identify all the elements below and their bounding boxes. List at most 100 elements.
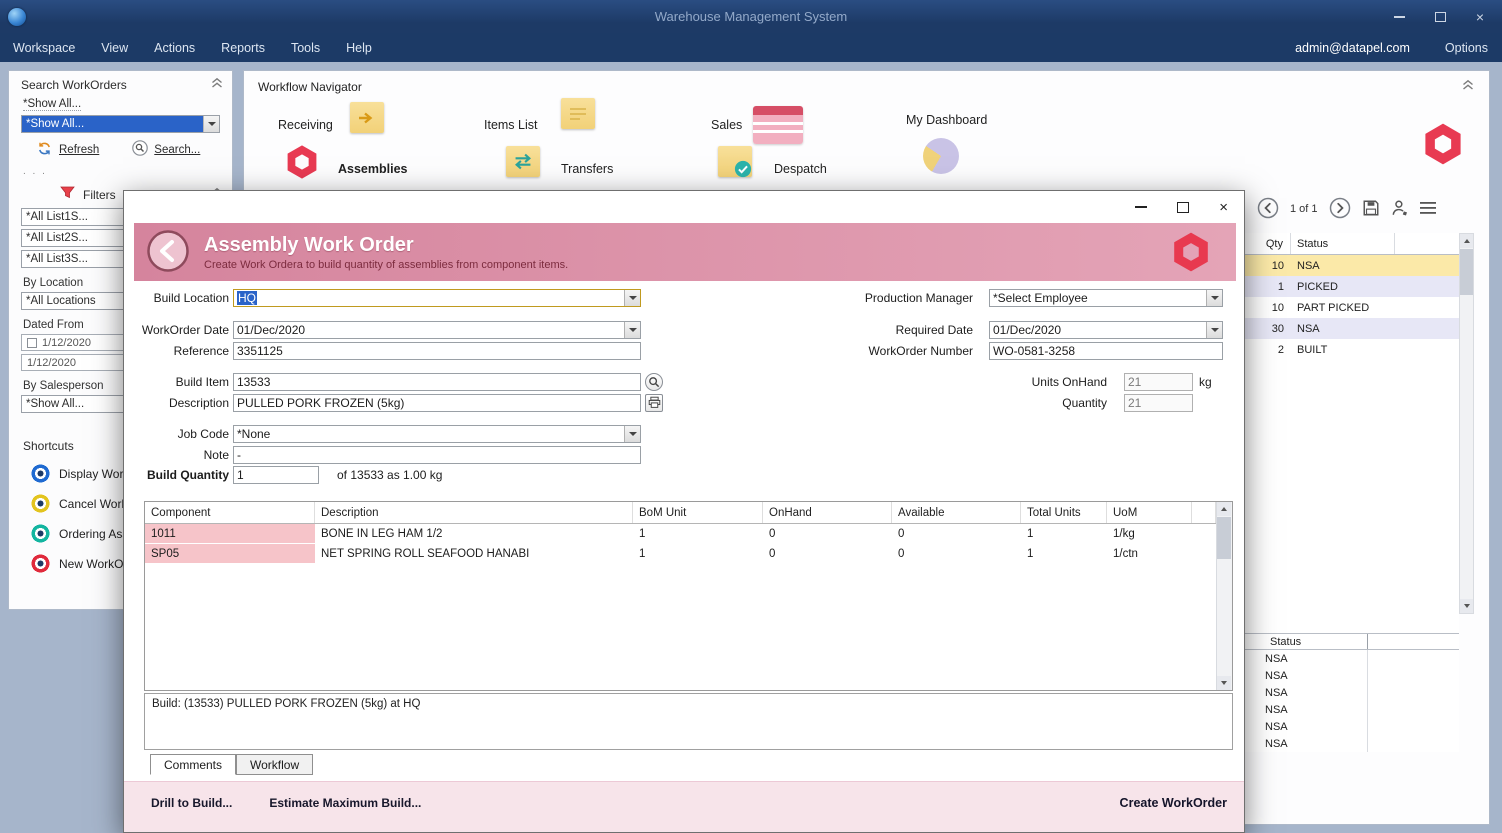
drill-to-build-button[interactable]: Drill to Build...: [151, 796, 232, 810]
description-input[interactable]: PULLED PORK FROZEN (5kg): [233, 393, 641, 412]
chevron-down-icon[interactable]: [1206, 321, 1222, 338]
next-record-icon[interactable]: [1329, 197, 1351, 222]
collapse-navigator-icon[interactable]: [1461, 79, 1475, 94]
item-lookup-icon[interactable]: [645, 372, 663, 391]
note-input[interactable]: -: [233, 445, 641, 464]
table-row[interactable]: NSA: [1245, 701, 1368, 718]
dialog-minimize-button[interactable]: [1135, 206, 1148, 208]
col-bom-unit[interactable]: BoM Unit: [633, 502, 763, 523]
components-scrollbar[interactable]: [1216, 502, 1232, 690]
back-button[interactable]: [146, 229, 190, 276]
scroll-thumb[interactable]: [1460, 249, 1473, 295]
estimate-maximum-build-button[interactable]: Estimate Maximum Build...: [269, 796, 421, 810]
save-icon[interactable]: [1362, 199, 1380, 220]
collapse-panel-icon[interactable]: [210, 77, 224, 92]
col-line-status[interactable]: Status: [1245, 634, 1368, 649]
workorder-number-input[interactable]: WO-0581-3258: [989, 341, 1223, 360]
reference-input[interactable]: 3351125: [233, 341, 641, 360]
col-component[interactable]: Component: [145, 502, 315, 523]
table-row[interactable]: NSA: [1245, 718, 1368, 735]
tab-comments[interactable]: Comments: [150, 754, 237, 775]
search-link[interactable]: Search...: [154, 144, 200, 156]
window-minimize-button[interactable]: [1393, 15, 1405, 18]
nav-receiving[interactable]: Receiving: [278, 118, 333, 132]
list-scrollbar[interactable]: [1459, 233, 1474, 614]
workorder-date-input[interactable]: 01/Dec/2020: [233, 320, 641, 339]
search-icon[interactable]: [132, 140, 149, 159]
previous-record-icon[interactable]: [1257, 197, 1279, 222]
despatch-icon[interactable]: [718, 146, 752, 177]
table-row[interactable]: 10 NSA: [1245, 255, 1459, 276]
items-list-icon[interactable]: [561, 98, 595, 129]
dialog-maximize-button[interactable]: [1177, 201, 1190, 213]
menu-options[interactable]: Options: [1432, 41, 1502, 55]
application-window: Warehouse Management System × Workspace …: [0, 0, 1502, 833]
scroll-up-icon[interactable]: [1460, 234, 1473, 248]
chevron-down-icon[interactable]: [624, 289, 640, 306]
col-uom[interactable]: UoM: [1107, 502, 1192, 523]
col-total-units[interactable]: Total Units: [1021, 502, 1107, 523]
scroll-up-icon[interactable]: [1217, 502, 1231, 516]
receiving-icon[interactable]: [350, 102, 384, 133]
col-onhand[interactable]: OnHand: [763, 502, 892, 523]
refresh-link[interactable]: Refresh: [59, 144, 99, 156]
refresh-icon[interactable]: [37, 141, 52, 159]
scroll-down-icon[interactable]: [1217, 676, 1231, 690]
create-workorder-button[interactable]: Create WorkOrder: [1120, 796, 1227, 810]
dialog-footer: Drill to Build... Estimate Maximum Build…: [124, 781, 1244, 832]
table-row[interactable]: 1011 BONE IN LEG HAM 1/2 1 0 0 1 1/kg: [145, 524, 1216, 544]
user-edit-icon[interactable]: [1391, 199, 1409, 220]
menu-reports[interactable]: Reports: [208, 41, 278, 55]
table-row[interactable]: NSA: [1245, 667, 1368, 684]
nav-transfers[interactable]: Transfers: [561, 162, 613, 176]
scroll-thumb[interactable]: [1217, 517, 1231, 559]
job-code-input[interactable]: *None: [233, 424, 641, 443]
production-manager-input[interactable]: *Select Employee: [989, 288, 1223, 307]
nav-despatch[interactable]: Despatch: [774, 162, 827, 176]
table-row[interactable]: 2 BUILT: [1245, 339, 1459, 360]
date-checkbox[interactable]: [27, 337, 37, 348]
table-row[interactable]: NSA: [1245, 735, 1368, 752]
print-description-icon[interactable]: [645, 393, 663, 412]
nav-sales[interactable]: Sales: [711, 118, 742, 132]
dashboard-pie-icon[interactable]: [923, 138, 959, 174]
col-status[interactable]: Status: [1291, 233, 1395, 254]
tab-workflow[interactable]: Workflow: [236, 754, 314, 775]
table-row[interactable]: 10 PART PICKED: [1245, 297, 1459, 318]
nav-items-list[interactable]: Items List: [484, 118, 538, 132]
required-date-label: Required Date: [895, 322, 973, 337]
transfers-icon[interactable]: [506, 146, 540, 177]
window-close-button[interactable]: ×: [1476, 10, 1484, 24]
table-row[interactable]: NSA: [1245, 650, 1368, 667]
scroll-down-icon[interactable]: [1460, 599, 1473, 613]
menu-tools[interactable]: Tools: [278, 41, 333, 55]
table-row[interactable]: 1 PICKED: [1245, 276, 1459, 297]
table-row[interactable]: SP05 NET SPRING ROLL SEAFOOD HANABI 1 0 …: [145, 544, 1216, 564]
sales-icon[interactable]: [753, 106, 803, 144]
chevron-down-icon[interactable]: [1206, 289, 1222, 306]
menu-icon[interactable]: [1419, 201, 1438, 218]
menu-actions[interactable]: Actions: [141, 41, 208, 55]
chevron-down-icon[interactable]: [624, 321, 640, 338]
col-description[interactable]: Description: [315, 502, 633, 523]
assemblies-hexagon-icon[interactable]: [284, 144, 320, 180]
col-qty[interactable]: Qty: [1245, 233, 1291, 254]
table-row[interactable]: 30 NSA: [1245, 318, 1459, 339]
build-location-input[interactable]: HQ: [233, 288, 641, 307]
build-quantity-input[interactable]: 1: [233, 465, 319, 484]
table-row[interactable]: NSA: [1245, 684, 1368, 701]
col-available[interactable]: Available: [892, 502, 1021, 523]
chevron-down-icon[interactable]: [624, 425, 640, 442]
dialog-close-button[interactable]: ×: [1219, 199, 1228, 216]
menu-workspace[interactable]: Workspace: [0, 41, 88, 55]
chevron-down-icon[interactable]: [203, 116, 219, 132]
required-date-input[interactable]: 01/Dec/2020: [989, 320, 1223, 339]
build-item-input[interactable]: 13533: [233, 372, 641, 391]
window-maximize-button[interactable]: [1434, 11, 1446, 22]
filter-funnel-icon: [59, 185, 76, 204]
menu-view[interactable]: View: [88, 41, 141, 55]
workorder-filter-combo[interactable]: *Show All...: [21, 115, 220, 133]
nav-assemblies[interactable]: Assemblies: [338, 162, 407, 176]
menu-help[interactable]: Help: [333, 41, 385, 55]
nav-my-dashboard[interactable]: My Dashboard: [906, 113, 987, 127]
